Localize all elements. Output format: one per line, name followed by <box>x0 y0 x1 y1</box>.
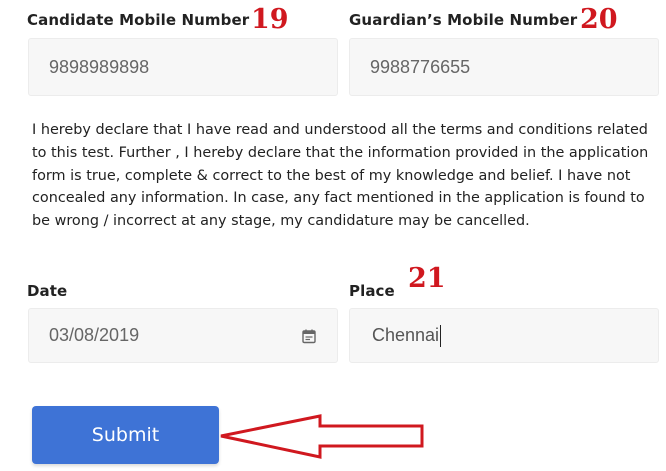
date-field[interactable]: 03/08/2019 <box>28 308 338 363</box>
annotation-21: 21 <box>408 263 446 294</box>
declaration-form: Candidate Mobile Number 19 Guardian’s Mo… <box>0 0 666 471</box>
date-value: 03/08/2019 <box>49 325 140 345</box>
place-field[interactable]: Chennai <box>349 308 659 363</box>
candidate-mobile-value: 9898989898 <box>49 56 150 77</box>
submit-button[interactable]: Submit <box>32 406 219 464</box>
annotation-20: 20 <box>580 4 618 35</box>
annotation-arrow <box>220 414 424 459</box>
candidate-mobile-field[interactable]: 9898989898 <box>28 38 338 96</box>
date-label: Date <box>27 282 68 300</box>
text-cursor <box>440 324 442 347</box>
declaration-text: I hereby declare that I have read and un… <box>32 122 649 230</box>
candidate-mobile-label: Candidate Mobile Number <box>27 11 250 29</box>
calendar-icon[interactable] <box>301 328 317 344</box>
place-value: Chennai <box>372 325 440 345</box>
place-label: Place <box>349 282 395 300</box>
guardian-mobile-field[interactable]: 9988776655 <box>349 38 659 96</box>
annotation-19: 19 <box>251 4 289 35</box>
guardian-mobile-value: 9988776655 <box>370 56 471 77</box>
guardian-mobile-label: Guardian’s Mobile Number <box>349 11 578 29</box>
